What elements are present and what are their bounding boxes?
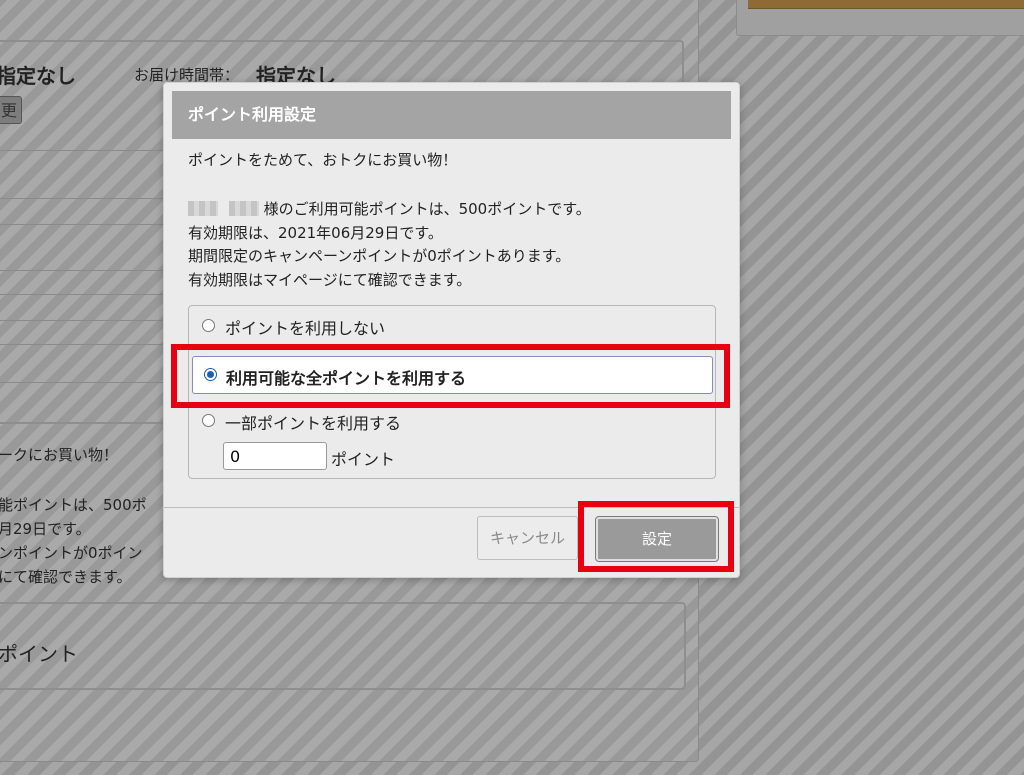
dialog-title: ポイント利用設定 <box>172 91 731 139</box>
dialog-intro-text: ポイントをためて、おトクにお買い物！ <box>188 151 458 169</box>
campaign-text: ンポイントが0ポイン <box>0 544 143 562</box>
divider <box>0 198 165 199</box>
expiry-date-text: 有効期限は、2021年06月29日です。 <box>188 224 443 242</box>
order-summary-accent <box>748 0 1024 9</box>
change-delivery-button[interactable]: 更 <box>0 96 22 124</box>
expiry-text: 月29日です。 <box>0 520 91 538</box>
points-section <box>0 602 686 690</box>
campaign-points-text: 期間限定のキャンペーンポイントが0ポイントあります。 <box>188 247 571 265</box>
option-no-points-label: ポイントを利用しない <box>225 319 386 338</box>
user-points-text: 様のご利用可能ポイントは、500ポイントです。 <box>263 200 591 218</box>
divider <box>0 150 165 151</box>
promo-text: ークにお買い物！ <box>0 446 119 464</box>
points-section-label: ポイント <box>0 642 78 666</box>
partial-points-unit: ポイント <box>331 450 396 469</box>
partial-points-input[interactable] <box>223 442 327 470</box>
divider <box>0 320 165 321</box>
delivery-date-value: 指定なし <box>0 64 76 88</box>
blurred-user-surname <box>188 201 218 216</box>
available-points-text: 能ポイントは、500ポ <box>0 496 147 514</box>
option-partial-points-label: 一部ポイントを利用する <box>225 414 402 433</box>
user-points-line: 様のご利用可能ポイントは、500ポイントです。 <box>188 198 591 220</box>
highlight-set-button <box>578 501 734 572</box>
divider <box>0 294 165 295</box>
mypage-expiry-text: 有効期限はマイページにて確認できます。 <box>188 271 472 289</box>
radio-partial-points[interactable] <box>202 414 215 427</box>
divider <box>0 224 165 225</box>
option-no-points[interactable]: ポイントを利用しない <box>189 306 715 346</box>
radio-no-points[interactable] <box>202 319 215 332</box>
highlight-all-points-option <box>171 344 730 408</box>
cancel-button[interactable]: キャンセル <box>477 516 578 560</box>
divider <box>0 344 165 345</box>
mypage-confirm-text: にて確認できます。 <box>0 568 132 586</box>
blurred-user-given-name <box>228 201 259 216</box>
divider <box>0 382 165 383</box>
divider <box>0 270 165 271</box>
